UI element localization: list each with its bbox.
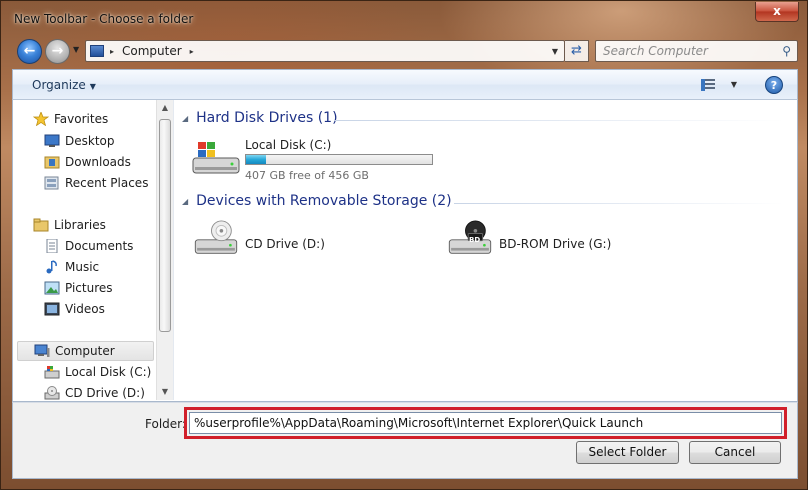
cd-drive-icon [44, 386, 60, 400]
browser-area: Favorites Desktop Downloads Recent Place… [12, 100, 798, 402]
address-dropdown-icon[interactable]: ▼ [552, 47, 558, 56]
organize-button[interactable]: Organize ▼ [32, 78, 96, 92]
documents-icon [46, 239, 58, 253]
sidebar-item-computer[interactable]: Computer [17, 341, 154, 361]
cancel-button[interactable]: Cancel [689, 441, 781, 464]
hard-drive-icon [44, 366, 60, 379]
computer-icon [34, 344, 50, 357]
desktop-icon [44, 134, 60, 147]
disk-usage-fill [246, 155, 266, 164]
navigation-scrollbar[interactable]: ▲ ▼ [156, 100, 173, 400]
search-icon[interactable]: ⚲ [782, 44, 791, 58]
scroll-up-icon[interactable]: ▲ [157, 100, 173, 116]
group-title: Hard Disk Drives (1) [196, 110, 338, 126]
window-title: New Toolbar - Choose a folder [14, 12, 194, 26]
drive-cd-d[interactable]: CD Drive (D:) [192, 218, 422, 270]
recent-pages-dropdown[interactable]: ▼ [73, 45, 79, 54]
drive-free-space: 407 GB free of 456 GB [245, 169, 369, 182]
bd-badge: BD [469, 236, 481, 244]
hard-drive-icon [192, 142, 240, 174]
folder-bar: Folder: Select Folder Cancel [12, 402, 798, 479]
address-bar[interactable]: ▸ Computer ▸ ▼ [85, 40, 565, 62]
sidebar-item-documents[interactable]: Documents [44, 239, 133, 253]
breadcrumb-separator[interactable]: ▸ [190, 47, 194, 56]
sidebar-item-label: Desktop [65, 134, 115, 148]
scroll-down-icon[interactable]: ▼ [157, 384, 173, 400]
chevron-down-icon: ▼ [89, 82, 96, 91]
group-title: Devices with Removable Storage (2) [196, 193, 452, 209]
sidebar-item-pictures[interactable]: Pictures [44, 281, 113, 295]
group-divider [454, 203, 784, 204]
sidebar-item-videos[interactable]: Videos [44, 302, 105, 316]
sidebar-item-music[interactable]: Music [44, 260, 99, 274]
breadcrumb-separator[interactable]: ▸ [110, 47, 114, 56]
close-button[interactable]: x [755, 2, 799, 22]
sidebar-item-label: Videos [65, 302, 105, 316]
drive-name: CD Drive (D:) [245, 237, 325, 251]
search-placeholder: Search Computer [603, 44, 708, 58]
navigation-pane: Favorites Desktop Downloads Recent Place… [13, 100, 173, 400]
help-icon[interactable]: ? [765, 76, 783, 94]
group-divider [334, 120, 784, 121]
sidebar-item-label: Pictures [65, 281, 113, 295]
organize-label: Organize [32, 78, 86, 92]
change-view-icon[interactable] [701, 79, 715, 91]
recent-places-icon [44, 176, 59, 190]
collapse-group-icon[interactable]: ◢ [182, 197, 188, 206]
drive-name: BD-ROM Drive (G:) [499, 237, 612, 251]
collapse-group-icon[interactable]: ◢ [182, 114, 188, 123]
music-icon [46, 260, 57, 274]
folder-label: Folder: [145, 417, 186, 431]
drive-name: Local Disk (C:) [245, 138, 332, 152]
search-input[interactable]: Search Computer ⚲ [595, 40, 798, 62]
computer-icon [90, 45, 104, 57]
forward-button[interactable]: → [45, 39, 70, 64]
select-folder-button[interactable]: Select Folder [576, 441, 679, 464]
folder-path-input[interactable] [189, 412, 782, 434]
sidebar-item-libraries[interactable]: Libraries [33, 218, 106, 232]
sidebar-item-label: CD Drive (D:) [65, 386, 145, 400]
group-removable-storage[interactable]: ◢ Devices with Removable Storage (2) [182, 193, 452, 209]
sidebar-item-label: Recent Places [65, 176, 149, 190]
sidebar-item-desktop[interactable]: Desktop [44, 134, 115, 148]
sidebar-item-cd-drive-d[interactable]: CD Drive (D:) [44, 386, 145, 400]
sidebar-item-label: Music [65, 260, 100, 274]
view-options-chevron-icon[interactable]: ▼ [731, 80, 737, 89]
group-hard-disk-drives[interactable]: ◢ Hard Disk Drives (1) [182, 110, 338, 126]
sidebar-item-favorites[interactable]: Favorites [33, 112, 108, 126]
sidebar-item-label: Downloads [65, 155, 131, 169]
back-button[interactable]: ← [17, 39, 42, 64]
command-bar: Organize ▼ ▼ ? [12, 69, 798, 100]
refresh-button[interactable]: ⇄ [565, 40, 589, 62]
sidebar-item-local-disk-c[interactable]: Local Disk (C:) [44, 365, 151, 379]
file-list: ◢ Hard Disk Drives (1) Local Disk (C:) 4… [174, 100, 797, 400]
videos-icon [44, 302, 60, 316]
sidebar-item-label: Local Disk (C:) [65, 365, 152, 379]
scroll-thumb[interactable] [159, 119, 171, 332]
libraries-icon [33, 218, 49, 232]
sidebar-item-label: Libraries [54, 218, 106, 232]
sidebar-item-recent-places[interactable]: Recent Places [44, 176, 148, 190]
drive-local-disk-c[interactable]: Local Disk (C:) 407 GB free of 456 GB [192, 136, 442, 186]
sidebar-item-label: Documents [65, 239, 134, 253]
downloads-icon [44, 156, 60, 169]
sidebar-item-label: Computer [55, 344, 115, 358]
sidebar-item-label: Favorites [54, 112, 109, 126]
drive-bd-rom-g[interactable]: BD BD-ROM Drive (G:) [446, 218, 686, 270]
dialog-window: New Toolbar - Choose a folder x ← → ▼ ▸ … [0, 0, 808, 490]
sidebar-item-downloads[interactable]: Downloads [44, 155, 131, 169]
star-icon [33, 112, 49, 126]
cd-drive-icon [194, 220, 238, 254]
pictures-icon [44, 281, 60, 295]
breadcrumb-computer[interactable]: Computer [122, 44, 182, 58]
disk-usage-bar [245, 154, 433, 165]
